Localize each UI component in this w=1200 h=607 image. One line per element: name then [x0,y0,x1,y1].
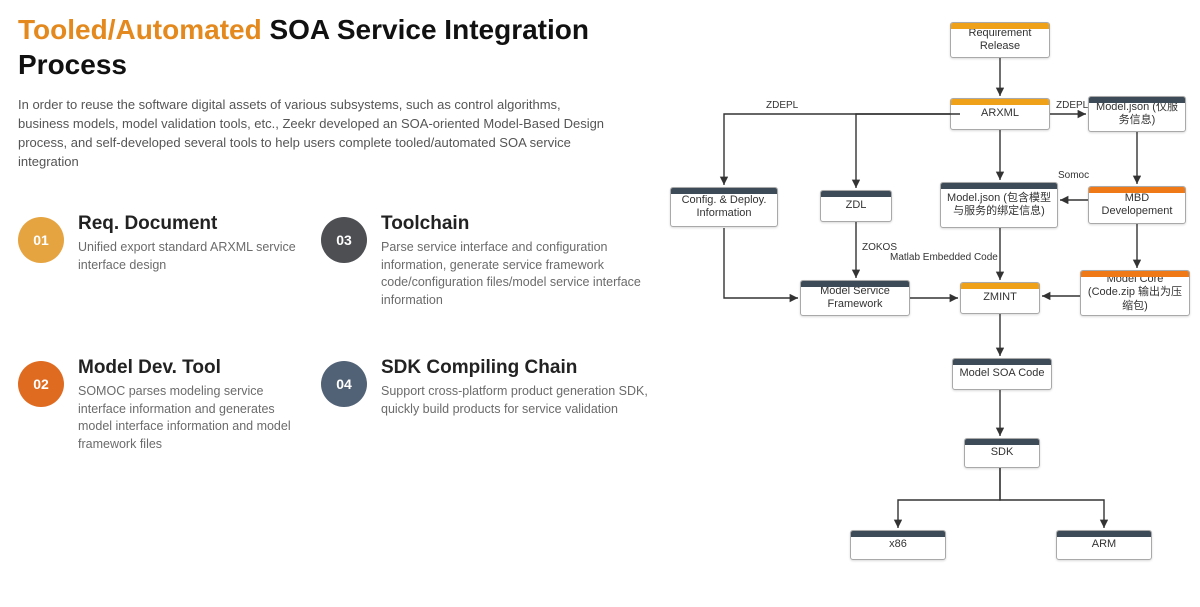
intro-paragraph: In order to reuse the software digital a… [18,96,608,171]
label-matlab: Matlab Embedded Code [890,252,998,263]
badge-03: 03 [321,217,367,263]
node-label: Model Service Framework [805,285,905,311]
node-arm: ARM [1056,530,1152,560]
item-01: 01 Req. Document Unified export standard… [18,213,303,309]
node-label: Config. & Deploy. Information [675,194,773,220]
item-04: 04 SDK Compiling Chain Support cross-pla… [321,357,651,453]
item-title: Model Dev. Tool [78,357,303,379]
node-arxml: ARXML [950,98,1050,130]
node-mbd: MBD Developement [1088,186,1186,224]
node-label: Requirement Release [955,27,1045,53]
label-somoc: Somoc [1058,170,1089,181]
node-msf: Model Service Framework [800,280,910,316]
title-highlight: Tooled/Automated [18,14,262,45]
item-03: 03 Toolchain Parse service interface and… [321,213,651,309]
badge-01: 01 [18,217,64,263]
node-zdl: ZDL [820,190,892,222]
items-grid: 01 Req. Document Unified export standard… [18,213,650,453]
node-config: Config. & Deploy. Information [670,187,778,227]
label-zokos: ZOKOS [862,242,897,253]
node-modeljson1: Model.json (仅服务信息) [1088,96,1186,132]
node-label: SDK [991,446,1014,459]
item-title: Toolchain [381,213,651,235]
node-modeljson2: Model.json (包含模型与服务的绑定信息) [940,182,1058,228]
node-label: ARM [1092,538,1116,551]
label-zdepl1: ZDEPL [766,100,799,111]
node-x86: x86 [850,530,946,560]
item-02: 02 Model Dev. Tool SOMOC parses modeling… [18,357,303,453]
item-desc: Parse service interface and configuratio… [381,239,651,309]
item-title: Req. Document [78,213,303,235]
node-sdk: SDK [964,438,1040,468]
badge-04: 04 [321,361,367,407]
badge-02: 02 [18,361,64,407]
node-label: ZDL [846,199,867,212]
node-label: Model Core (Code.zip 输出为压缩包) [1085,273,1185,313]
node-label: Model.json (仅服务信息) [1093,101,1181,127]
node-modelcore: Model Core (Code.zip 输出为压缩包) [1080,270,1190,316]
node-label: x86 [889,538,907,551]
node-zmint: ZMINT [960,282,1040,314]
node-requirement-release: Requirement Release [950,22,1050,58]
item-desc: Unified export standard ARXML service in… [78,239,303,274]
page-title: Tooled/Automated SOA Service Integration… [18,12,650,82]
label-zdepl2: ZDEPL [1056,100,1089,111]
node-label: ARXML [981,107,1019,120]
diagram-area: Requirement Release ARXML Model.json (仅服… [660,0,1200,607]
node-label: ZMINT [983,291,1017,304]
item-title: SDK Compiling Chain [381,357,651,379]
item-desc: Support cross-platform product generatio… [381,383,651,418]
node-label: MBD Developement [1093,192,1181,218]
node-msoa: Model SOA Code [952,358,1052,390]
item-desc: SOMOC parses modeling service interface … [78,383,303,453]
node-label: Model SOA Code [960,367,1045,380]
node-label: Model.json (包含模型与服务的绑定信息) [945,192,1053,218]
